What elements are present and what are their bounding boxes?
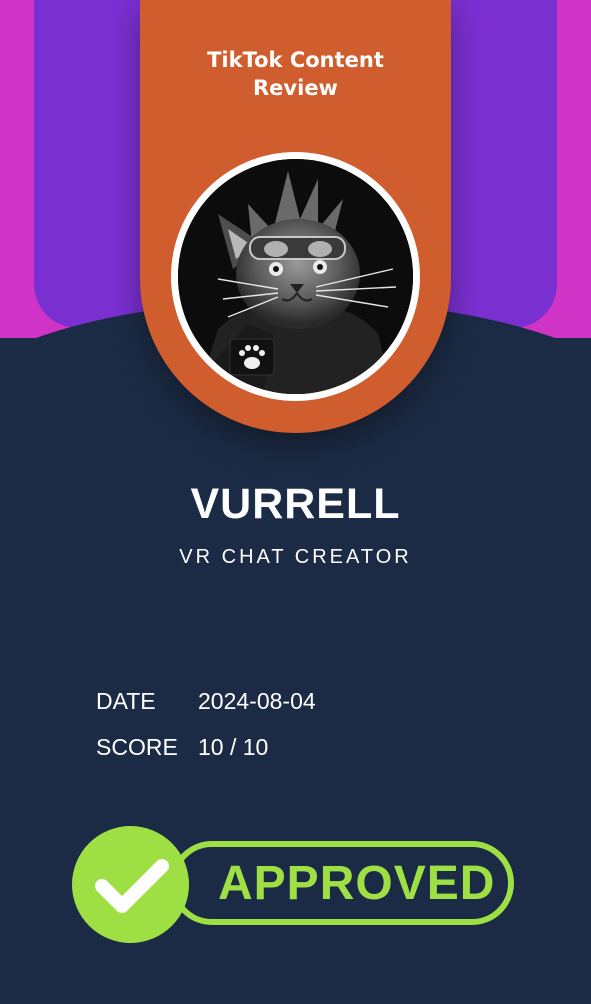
- date-label: DATE: [96, 688, 156, 714]
- header-title: TikTok Content Review: [207, 48, 384, 100]
- creator-name: VURRELL: [190, 480, 401, 528]
- checkmark-icon: [95, 859, 169, 913]
- score-label: SCORE: [96, 734, 178, 760]
- checkmark-badge: [72, 826, 189, 943]
- header-ribbon: TikTok Content Review: [140, 0, 451, 433]
- avatar-image: [178, 159, 413, 394]
- creator-role: VR CHAT CREATOR: [179, 546, 412, 568]
- score-value: 10 / 10: [198, 734, 269, 760]
- approved-label: APPROVED: [218, 857, 496, 910]
- cat-vr-avatar-icon: [178, 159, 413, 394]
- avatar: [171, 152, 420, 401]
- approved-stamp: APPROVED: [70, 824, 520, 944]
- review-card: TikTok Content Review VURRELL VR CHAT CR…: [0, 0, 591, 1004]
- date-value: 2024-08-04: [198, 688, 316, 714]
